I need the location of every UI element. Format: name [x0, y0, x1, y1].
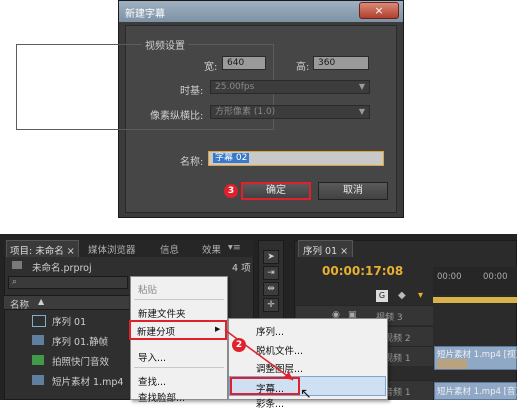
annotation-arrow	[224, 329, 294, 381]
video-clip-icon	[32, 375, 44, 385]
tab-effects[interactable]: 效果	[202, 242, 221, 256]
step-2-badge: 2	[232, 338, 246, 352]
width-label: 宽:	[204, 62, 218, 73]
item-label: 短片素材 1.mp4	[52, 377, 124, 388]
menu-item-label: 新建分项	[137, 327, 176, 338]
sequence-icon	[32, 315, 46, 327]
name-column-header[interactable]: 名称 ▲	[4, 295, 129, 311]
list-item[interactable]: 序列 01	[4, 311, 129, 330]
menu-item-bars-tone[interactable]: 彩条...	[256, 396, 284, 410]
height-label: 高:	[296, 62, 310, 73]
pixel-aspect-value: 方形像素 (1.0)	[215, 107, 276, 117]
list-item[interactable]: 序列 01.静帧	[4, 331, 129, 350]
panel-menu-icon[interactable]: ▾≡	[228, 242, 241, 253]
pixel-aspect-select[interactable]: 方形像素 (1.0) ▼	[210, 105, 370, 119]
folder-icon	[12, 261, 22, 269]
timebase-label: 时基:	[180, 86, 204, 97]
sort-ascending-icon: ▲	[38, 297, 45, 306]
chevron-down-icon: ▼	[358, 107, 365, 116]
menu-item-paste[interactable]: 粘贴	[138, 282, 157, 296]
clip-thumbnail	[437, 359, 467, 369]
item-label: 序列 01.静帧	[52, 337, 109, 348]
tab-media-browser[interactable]: 媒体浏览器	[88, 242, 136, 256]
menu-separator	[134, 299, 224, 300]
arrow-line	[224, 329, 294, 381]
ok-button[interactable]: 确定	[241, 182, 311, 200]
menu-item-find[interactable]: 查找...	[138, 374, 166, 388]
chevron-down-icon: ▼	[358, 82, 365, 91]
video-settings-label: 视频设置	[142, 37, 188, 52]
menu-item-new-bin[interactable]: 新建文件夹	[138, 306, 186, 320]
timebase-select[interactable]: 25.00fps ▼	[210, 80, 370, 94]
track-select-tool-icon[interactable]: ⇥	[263, 266, 279, 280]
ripple-edit-tool-icon[interactable]: ⇹	[263, 282, 279, 296]
timebase-value: 25.00fps	[215, 82, 255, 92]
rolling-edit-tool-icon[interactable]: ✛	[263, 298, 279, 312]
item-label: 拍照快门音效	[52, 357, 110, 368]
ruler-tick-label: 00:00	[437, 272, 462, 282]
dialog-title: 新建字幕	[125, 9, 165, 20]
cancel-button[interactable]: 取消	[318, 182, 388, 200]
work-area-bar[interactable]	[433, 297, 517, 303]
timecode-display[interactable]: 00:00:17:08	[322, 264, 403, 278]
marker-icon[interactable]: ◆	[398, 290, 406, 301]
name-input[interactable]: 字幕 02	[208, 151, 384, 166]
name-value: 字幕 02	[213, 153, 250, 163]
menu-item-find-face[interactable]: 查找脸部...	[138, 390, 185, 404]
tab-project[interactable]: 项目: 未命名 ×	[6, 240, 79, 257]
item-label: 序列 01	[52, 317, 87, 328]
add-marker-icon[interactable]: ▾	[418, 290, 423, 301]
close-icon[interactable]: ×	[359, 2, 399, 19]
video-clip[interactable]: 短片素材 1.mp4 [视]	[434, 346, 517, 370]
clip-label: 短片素材 1.mp4 [音]	[437, 387, 517, 397]
project-file-name: 未命名.prproj	[32, 263, 92, 274]
list-item[interactable]: 短片素材 1.mp4	[4, 371, 129, 390]
tab-sequence[interactable]: 序列 01 ×	[298, 240, 354, 257]
selection-tool-icon[interactable]: ➤	[263, 250, 279, 264]
search-input[interactable]: ⌕	[8, 276, 128, 289]
step-3-badge: 3	[224, 184, 238, 198]
list-item[interactable]: 拍照快门音效	[4, 351, 129, 370]
menu-item-import[interactable]: 导入...	[138, 350, 166, 364]
ruler-tick-label: 00:00	[483, 272, 508, 282]
dialog-titlebar: 新建字幕 ×	[119, 1, 403, 22]
tab-info[interactable]: 信息	[160, 242, 179, 256]
snap-icon[interactable]: G	[376, 290, 388, 302]
name-label: 名称:	[180, 157, 204, 168]
height-input[interactable]: 360	[313, 56, 369, 70]
audio-clip-icon	[32, 355, 44, 365]
pixel-aspect-label: 像素纵横比:	[150, 111, 204, 122]
width-input[interactable]: 640	[222, 56, 266, 70]
name-header-label: 名称	[10, 300, 30, 311]
audio-clip[interactable]: 短片素材 1.mp4 [音]	[434, 382, 517, 400]
still-image-icon	[32, 335, 44, 345]
item-count: 4 项	[232, 263, 251, 274]
search-icon: ⌕	[12, 277, 18, 287]
